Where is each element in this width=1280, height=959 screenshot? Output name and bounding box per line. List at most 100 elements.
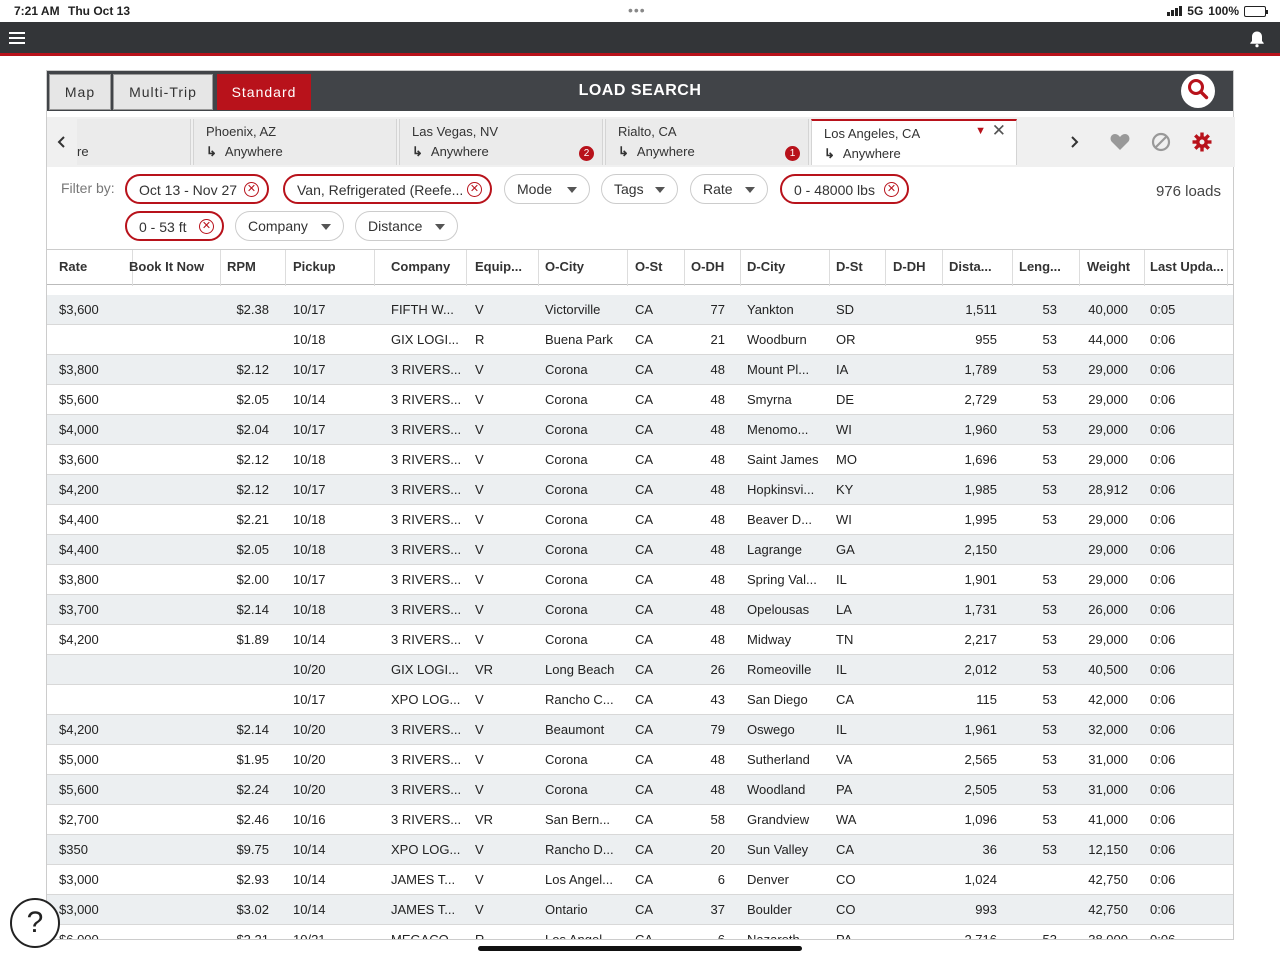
table-cell: Hopkinsvi... [747,482,815,497]
table-cell: $2.93 [236,872,269,887]
table-cell [893,355,933,385]
table-cell [1007,865,1057,895]
tags-filter-dropdown[interactable]: Tags [601,174,678,204]
table-cell: 1,096 [964,812,997,827]
table-row[interactable]: $3,700 $2.14 10/18 3 RIVERS... V Corona CA 48 Op… [47,595,1233,625]
table-row[interactable]: 10/18 GIX LOGI... R Buena Park CA 21 Woodburn O… [47,325,1233,355]
table-row[interactable]: 10/17 XPO LOG... V Rancho C... CA 43 San Diego… [47,685,1233,715]
table-row[interactable]: $4,200 $2.12 10/17 3 RIVERS... V Corona CA 48 Ho… [47,475,1233,505]
length-filter-chip[interactable]: 0 - 53 ft ✕ [125,211,224,241]
table-cell: R [475,925,537,939]
table-cell: 10/18 [293,452,326,467]
column-header[interactable]: Book It Now [129,250,221,286]
multitask-dots-icon[interactable]: ••• [628,2,646,18]
table-row[interactable]: $4,200 $1.89 10/14 3 RIVERS... V Corona CA 48 Mi… [47,625,1233,655]
table-cell: $3,600 [59,452,99,467]
table-row[interactable]: $3,000 $2.93 10/14 JAMES T... V Los Angel... C… [47,865,1233,895]
column-header[interactable]: O-City [545,250,628,286]
column-header[interactable]: D-DH [893,250,943,286]
table-row[interactable]: $3,800 $2.12 10/17 3 RIVERS... V Corona CA 48 Mo… [47,355,1233,385]
help-button[interactable]: ? [10,898,60,948]
date-filter-chip[interactable]: Oct 13 - Nov 27 ✕ [125,174,269,204]
mode-filter-dropdown[interactable]: Mode [504,174,590,204]
table-cell: $350 [59,842,88,857]
table-row[interactable]: $4,000 $2.04 10/17 3 RIVERS... V Corona CA 48 Me… [47,415,1233,445]
bell-icon[interactable] [1248,30,1266,48]
trip-tab-0[interactable]: re [77,119,191,165]
table-cell: V [475,692,484,707]
turn-arrow-icon: ↳ [618,144,629,159]
column-header[interactable]: Last Upda... [1150,250,1228,286]
table-row[interactable]: $4,400 $2.21 10/18 3 RIVERS... V Corona CA 48 Be… [47,505,1233,535]
close-icon[interactable]: ✕ [992,121,1006,141]
table-cell: 79 [710,722,725,737]
search-icon [1187,78,1209,105]
table-cell: 53 [1007,925,1057,939]
column-header[interactable]: O-DH [691,250,741,286]
table-row[interactable]: $6,000 $2.21 10/21 MEGACO... R Los Angel... CA… [47,925,1233,939]
clear-icon[interactable]: ✕ [884,182,899,197]
load-search-header: Map Multi-Trip Standard LOAD SEARCH [47,71,1233,111]
trip-tab-3[interactable]: Rialto, CA ↳ Anywhere 1 [605,119,809,165]
table-row[interactable]: $3,800 $2.00 10/17 3 RIVERS... V Corona CA 48 Sp… [47,565,1233,595]
trip-tab-1[interactable]: Phoenix, AZ ↳ Anywhere [193,119,397,165]
table-cell: 53 [1042,572,1057,587]
table-cell: V [475,512,484,527]
column-header[interactable]: O-St [635,250,685,286]
table-cell: Mount Pl... [747,362,810,377]
trip-tab-4[interactable]: Los Angeles, CA ↳ Anywhere ▼ ✕ [811,119,1017,165]
table-cell: $2.12 [236,452,269,467]
gear-icon[interactable] [1190,130,1214,154]
search-button[interactable] [1181,74,1215,108]
home-indicator[interactable] [478,946,802,951]
table-row[interactable]: $2,700 $2.46 10/16 3 RIVERS... VR San Bern...… [47,805,1233,835]
table-row[interactable]: $3,600 $2.38 10/17 FIFTH W... V Victorville CA… [47,295,1233,325]
rate-filter-dropdown[interactable]: Rate [690,174,768,204]
table-row[interactable]: 10/20 GIX LOGI... VR Long Beach CA 26 Romeovil… [47,655,1233,685]
chevron-down-icon[interactable]: ▼ [975,125,986,137]
table-cell: $2.21 [236,512,269,527]
block-icon[interactable] [1149,130,1173,154]
column-header[interactable]: RPM [227,250,286,286]
table-cell: 48 [710,782,725,797]
table-row[interactable]: $3,600 $2.12 10/18 3 RIVERS... V Corona CA 48 Sa… [47,445,1233,475]
table-cell: 21 [710,332,725,347]
chevron-left-icon[interactable] [47,117,77,167]
column-header[interactable]: Company [391,250,467,286]
table-cell: Nazareth [747,925,827,939]
weight-filter-chip[interactable]: 0 - 48000 lbs ✕ [780,174,909,204]
table-row[interactable]: $4,400 $2.05 10/18 3 RIVERS... V Corona CA 48 La… [47,535,1233,565]
table-row[interactable]: $5,000 $1.95 10/20 3 RIVERS... V Corona CA 48 Su… [47,745,1233,775]
column-header[interactable]: Rate [59,250,133,286]
table-row[interactable]: $350 $9.75 10/14 XPO LOG... V Rancho D... CA 20… [47,835,1233,865]
table-cell: 0:06 [1150,542,1176,557]
table-row[interactable]: $4,200 $2.14 10/20 3 RIVERS... V Beaumont CA 79… [47,715,1233,745]
clear-icon[interactable]: ✕ [467,182,482,197]
table-cell: 42,000 [1088,692,1128,707]
battery-label: 100% [1208,4,1239,18]
equipment-filter-chip[interactable]: Van, Refrigerated (Reefe... ✕ [283,174,492,204]
clear-icon[interactable]: ✕ [244,182,259,197]
table-cell: $4,400 [59,542,99,557]
table-cell: TN [836,632,854,647]
table-cell: 10/18 [293,332,326,347]
trip-tab-2[interactable]: Las Vegas, NV ↳ Anywhere 2 [399,119,603,165]
distance-filter-dropdown[interactable]: Distance [355,211,458,241]
menu-icon[interactable] [9,32,25,45]
chevron-right-icon[interactable] [1059,117,1089,167]
column-header[interactable]: D-City [747,250,830,286]
table-row[interactable]: $5,600 $2.05 10/14 3 RIVERS... V Corona CA 48 Sm… [47,385,1233,415]
table-cell: VR [475,812,494,827]
table-row[interactable]: $3,000 $3.02 10/14 JAMES T... V Ontario CA 37 Bo… [47,895,1233,925]
column-header[interactable]: D-St [836,250,886,286]
column-header[interactable]: Pickup [293,250,375,286]
table-row[interactable]: $5,600 $2.24 10/20 3 RIVERS... V Corona CA 48 Wo… [47,775,1233,805]
company-filter-dropdown[interactable]: Company [235,211,344,241]
column-header[interactable]: Leng... [1019,250,1080,286]
clear-icon[interactable]: ✕ [199,219,214,234]
table-cell [129,865,213,895]
heart-icon[interactable] [1108,130,1132,154]
column-header[interactable]: Weight [1087,250,1145,286]
column-header[interactable]: Dista... [949,250,1013,286]
column-header[interactable]: Equip... [475,250,539,286]
